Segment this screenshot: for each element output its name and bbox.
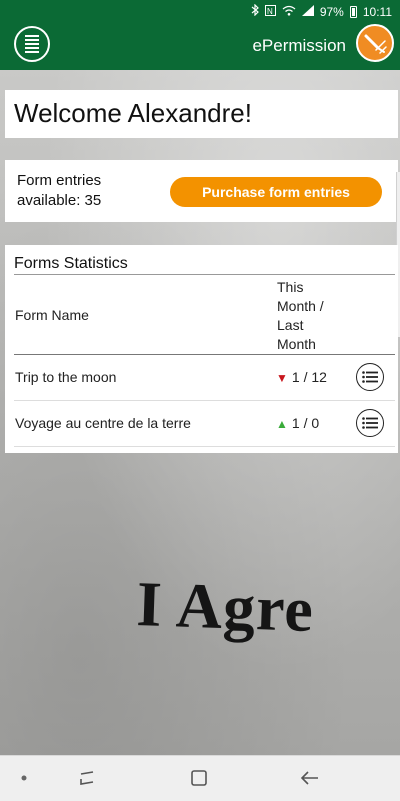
column-header-line: Month / — [277, 298, 324, 314]
app-title: ePermission — [252, 36, 346, 55]
list-icon[interactable] — [356, 409, 384, 437]
recent-apps-icon[interactable] — [75, 766, 99, 790]
form-stat-value: 1 / 12 — [291, 369, 327, 385]
home-icon[interactable] — [187, 766, 211, 790]
battery-percent: 97% — [319, 5, 344, 19]
purchase-form-entries-button[interactable]: Purchase form entries — [170, 177, 382, 207]
status-bar: N 97% 10:11 — [0, 0, 400, 22]
column-header-form-name: Form Name — [15, 307, 89, 323]
navigation-bar — [0, 755, 400, 801]
app-logo-icon[interactable] — [356, 24, 394, 62]
signal-icon — [301, 4, 314, 20]
app-bar: ePermission — [0, 22, 400, 70]
form-stat-cell: ▼ 1 / 12 — [276, 369, 327, 385]
nfc-icon: N — [264, 4, 276, 20]
forms-statistics-title: Forms Statistics — [14, 255, 128, 272]
welcome-text: Welcome Alexandre! — [14, 98, 252, 128]
form-stat-cell: ▲ 1 / 0 — [276, 415, 319, 431]
form-entries-label: Form entries available: 35 — [17, 171, 147, 211]
column-header-line: Month — [277, 336, 316, 352]
battery-icon — [349, 6, 357, 18]
form-entries-card: Form entries available: 35 Purchase form… — [5, 160, 398, 222]
wifi-icon — [282, 5, 296, 20]
form-name-cell: Trip to the moon — [15, 369, 117, 385]
status-time: 10:11 — [362, 5, 392, 19]
column-header-this-last-month: This Month / Last Month — [277, 278, 347, 354]
trend-down-icon: ▼ — [276, 371, 288, 385]
column-header-line: This — [277, 279, 304, 295]
dot-icon[interactable] — [12, 766, 36, 790]
form-name-cell: Voyage au centre de la terre — [15, 415, 191, 431]
menu-icon[interactable] — [14, 26, 50, 62]
forms-statistics-table: Form Name This Month / Last Month Trip t… — [14, 274, 395, 447]
table-header: Form Name This Month / Last Month — [14, 274, 395, 355]
background-photo-text: I Agre — [135, 567, 316, 646]
bluetooth-icon — [251, 3, 259, 20]
form-entries-available: available: 35 — [17, 192, 102, 209]
forms-statistics-card: Forms Statistics Form Name This Month / … — [5, 245, 398, 453]
table-row: Trip to the moon ▼ 1 / 12 — [14, 355, 395, 401]
column-header-line: Last — [277, 317, 304, 333]
table-row: Voyage au centre de la terre ▲ 1 / 0 — [14, 401, 395, 447]
list-icon[interactable] — [356, 363, 384, 391]
svg-text:N: N — [267, 7, 273, 16]
form-stat-value: 1 / 0 — [291, 415, 320, 431]
welcome-card: Welcome Alexandre! — [5, 90, 398, 138]
form-entries-label-line1: Form entries — [17, 172, 102, 189]
back-icon[interactable] — [298, 766, 322, 790]
trend-up-icon: ▲ — [276, 417, 288, 431]
